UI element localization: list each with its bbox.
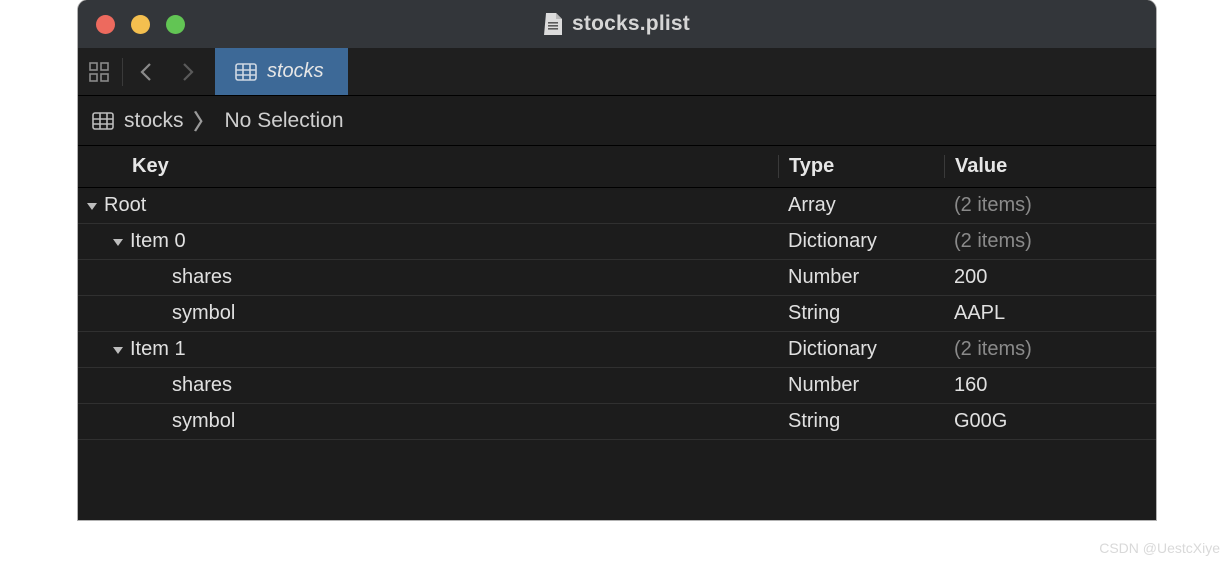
row-type: Dictionary [778,230,944,253]
column-header-value[interactable]: Value [944,155,1156,178]
column-header-type[interactable]: Type [778,155,944,178]
maximize-button[interactable] [166,15,185,34]
row-key: shares [172,374,232,397]
row-type: Number [778,266,944,289]
row-key: Item 1 [130,338,186,361]
table-row[interactable]: Item 0 Dictionary(2 items) [78,224,1156,260]
table-icon [235,63,257,81]
minimize-button[interactable] [131,15,150,34]
chevron-left-icon [139,62,153,82]
row-type: String [778,302,944,325]
window-controls [96,15,185,34]
table-row[interactable]: symbol StringG00G [78,404,1156,440]
tab-label: stocks [267,60,324,83]
window-title-area: stocks.plist [544,12,690,36]
breadcrumb: stocks 〉 No Selection [78,96,1156,146]
overview-button[interactable] [78,48,120,95]
breadcrumb-item-2: No Selection [225,109,344,133]
table-row[interactable]: shares Number160 [78,368,1156,404]
editor-window: stocks.plist [78,0,1156,520]
row-value: AAPL [944,302,1156,325]
row-key: shares [172,266,232,289]
column-header-key[interactable]: Key [78,155,778,178]
breadcrumb-separator-icon: 〉 [194,106,215,136]
chevron-right-icon [181,62,195,82]
row-type: Number [778,374,944,397]
row-value: 160 [944,374,1156,397]
table-row[interactable]: Item 1 Dictionary(2 items) [78,332,1156,368]
table-header: Key Type Value [78,146,1156,188]
forward-button[interactable] [167,48,209,95]
row-value: (2 items) [944,194,1156,217]
tab-stocks[interactable]: stocks [215,48,348,95]
row-value: (2 items) [944,338,1156,361]
row-type: Array [778,194,944,217]
toolbar: stocks [78,48,1156,96]
toolbar-left [78,48,209,95]
row-key: Root [104,194,146,217]
window-title: stocks.plist [572,12,690,36]
table-body: RootArray(2 items)Item 0Dictionary(2 ite… [78,188,1156,440]
back-button[interactable] [125,48,167,95]
row-type: Dictionary [778,338,944,361]
breadcrumb-item-1[interactable]: stocks [124,109,184,133]
row-value: (2 items) [944,230,1156,253]
table-row[interactable]: Root Array(2 items) [78,188,1156,224]
table-row[interactable]: shares Number200 [78,260,1156,296]
separator [122,58,123,86]
overview-grid-icon [89,62,109,82]
table-icon [92,112,114,130]
disclosure-triangle-icon[interactable] [110,343,126,357]
row-key: symbol [172,410,235,433]
plist-file-icon [544,13,562,35]
table-row[interactable]: symbol StringAAPL [78,296,1156,332]
close-button[interactable] [96,15,115,34]
titlebar: stocks.plist [78,0,1156,48]
disclosure-triangle-icon[interactable] [84,199,100,213]
watermark: CSDN @UestcXiye [1099,540,1220,556]
row-type: String [778,410,944,433]
row-key: symbol [172,302,235,325]
row-value: 200 [944,266,1156,289]
row-value: G00G [944,410,1156,433]
row-key: Item 0 [130,230,186,253]
disclosure-triangle-icon[interactable] [110,235,126,249]
